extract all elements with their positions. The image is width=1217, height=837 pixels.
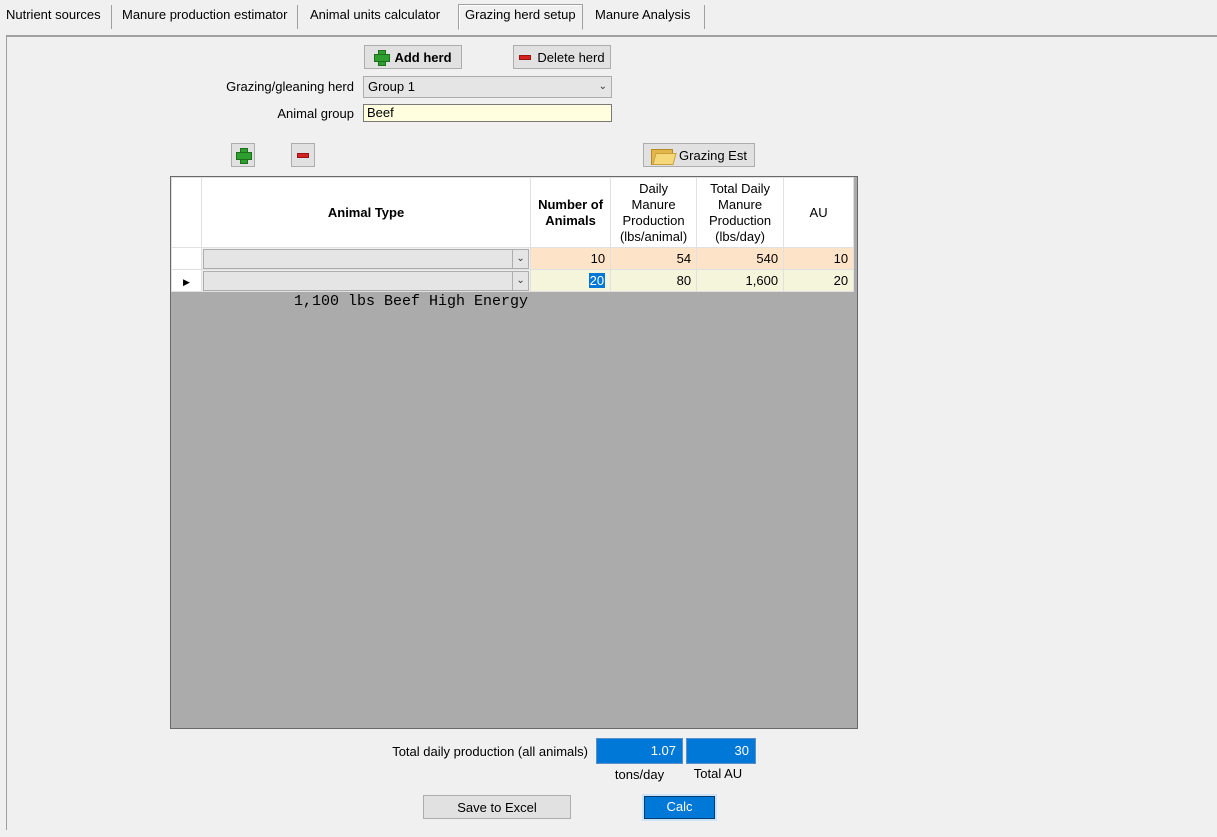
chevron-down-icon[interactable]: ⌄ <box>512 249 528 268</box>
header-line: (lbs/day) <box>715 228 765 244</box>
header-line: Production <box>708 212 772 228</box>
header-line: Daily <box>639 180 669 196</box>
col-animal-type[interactable]: Animal Type <box>200 177 532 248</box>
add-herd-button[interactable]: Add herd <box>364 45 462 69</box>
row-header[interactable]: ▶ <box>171 269 202 292</box>
remove-row-button[interactable] <box>291 143 315 167</box>
tons-unit-label: tons/day <box>614 767 665 782</box>
total-tons-field: 1.07 <box>596 738 683 764</box>
col-number-animals[interactable]: Number of Animals <box>530 177 612 248</box>
animal-type-select[interactable]: 750 lbs Beef High Energy ⌄ <box>203 248 530 288</box>
total-production-label: Total daily production (all animals) <box>392 744 588 759</box>
animal-table: Animal Type Number of Animals Daily Manu… <box>171 177 855 310</box>
minus-icon <box>519 54 532 60</box>
number-cell[interactable]: 20 <box>530 269 612 292</box>
table-row[interactable]: 750 lbs Beef High Energy ⌄ 10 54 540 10 <box>171 247 855 288</box>
add-herd-label: Add herd <box>394 49 452 65</box>
header-line: Total Daily <box>710 180 771 196</box>
animal-type-cell[interactable]: 1,100 lbs Beef High Energy ⌄ <box>200 269 532 310</box>
row-header-corner <box>171 177 202 248</box>
minus-icon <box>297 152 309 158</box>
animal-group-label: Animal group <box>277 106 354 121</box>
animal-group-field[interactable]: Beef <box>363 104 612 122</box>
header-line: Manure <box>718 196 763 212</box>
tab-animal-units-calculator[interactable]: Animal units calculator <box>304 5 454 29</box>
daily-cell[interactable]: 54 <box>610 247 698 270</box>
col-au[interactable]: AU <box>783 177 855 248</box>
herd-select-value: Group 1 <box>368 79 415 94</box>
col-daily-manure[interactable]: Daily Manure Production (lbs/animal) <box>610 177 698 248</box>
plus-icon <box>374 50 391 66</box>
header-row: Animal Type Number of Animals Daily Manu… <box>171 177 855 248</box>
animal-type-select[interactable]: 1,100 lbs Beef High Energy ⌄ <box>203 270 530 310</box>
tab-strip: Nutrient sources Manure production estim… <box>0 0 1217 32</box>
tab-manure-analysis[interactable]: Manure Analysis <box>589 5 705 29</box>
table-row[interactable]: ▶ 1,100 lbs Beef High Energy ⌄ 20 80 1,6… <box>171 269 855 310</box>
save-to-excel-button[interactable]: Save to Excel <box>423 795 571 819</box>
number-cell[interactable]: 10 <box>530 247 612 270</box>
au-cell[interactable]: 10 <box>783 247 855 270</box>
header-line: Manure <box>631 196 676 212</box>
folder-open-icon <box>651 147 674 165</box>
herd-label: Grazing/gleaning herd <box>226 79 354 94</box>
header-line: Number of <box>538 196 604 212</box>
col-total-daily-manure[interactable]: Total Daily Manure Production (lbs/day) <box>696 177 785 248</box>
header-line: (lbs/animal) <box>619 228 688 244</box>
animal-grid: Animal Type Number of Animals Daily Manu… <box>170 176 858 729</box>
header-line: Animals <box>545 212 596 228</box>
grazing-est-label: Grazing Est <box>679 147 747 163</box>
total-au-field: 30 <box>686 738 756 764</box>
grazing-est-button[interactable]: Grazing Est <box>643 143 755 167</box>
total-cell[interactable]: 1,600 <box>696 269 785 292</box>
daily-cell[interactable]: 80 <box>610 269 698 292</box>
header-line: Production <box>622 212 685 228</box>
add-row-button[interactable] <box>231 143 255 167</box>
plus-icon <box>236 148 252 164</box>
animal-type-cell[interactable]: 750 lbs Beef High Energy ⌄ <box>200 247 532 288</box>
herd-select[interactable]: Group 1 ⌄ <box>363 76 612 98</box>
total-au-label: Total AU <box>693 766 743 781</box>
tab-nutrient-sources[interactable]: Nutrient sources <box>0 5 112 29</box>
calc-button[interactable]: Calc <box>644 796 715 819</box>
tab-grazing-herd-setup[interactable]: Grazing herd setup <box>458 4 583 30</box>
delete-herd-label: Delete herd <box>537 49 605 65</box>
chevron-down-icon: ⌄ <box>598 81 607 92</box>
row-header[interactable] <box>171 247 202 270</box>
tab-manure-production-estimator[interactable]: Manure production estimator <box>116 5 298 29</box>
delete-herd-button[interactable]: Delete herd <box>513 45 611 69</box>
number-cell-selected-text[interactable]: 20 <box>588 273 606 288</box>
chevron-down-icon[interactable]: ⌄ <box>512 271 528 290</box>
au-cell[interactable]: 20 <box>783 269 855 292</box>
animal-type-value: 1,100 lbs Beef High Energy <box>294 292 529 310</box>
row-pointer-icon: ▶ <box>183 277 190 287</box>
total-cell[interactable]: 540 <box>696 247 785 270</box>
